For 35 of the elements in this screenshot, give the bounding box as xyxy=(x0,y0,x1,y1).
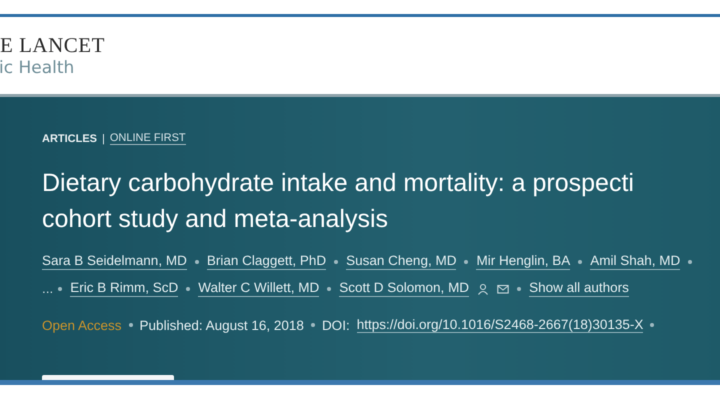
article-title: cohort study and meta-analysis xyxy=(42,204,388,235)
separator-dot xyxy=(688,260,692,264)
separator-dot xyxy=(464,260,468,264)
separator-dot xyxy=(327,286,332,290)
person-icon[interactable] xyxy=(477,282,490,294)
journal-logo-subtitle: ic Health xyxy=(0,56,76,78)
separator-dot xyxy=(128,323,133,327)
article-title: Dietary carbohydrate intake and mortality: a prospecti xyxy=(42,168,634,199)
author-link[interactable]: Susan Cheng, MD xyxy=(346,253,456,270)
author-link[interactable]: Walter C Willett, MD xyxy=(198,280,320,297)
separator-dot xyxy=(650,323,654,327)
doi-label: DOI: xyxy=(322,318,350,332)
author-link[interactable]: Sara B Seidelmann, MD xyxy=(42,253,187,270)
ellipsis: ... xyxy=(42,281,54,296)
author-link[interactable]: Mir Henglin, BA xyxy=(476,253,570,270)
separator-dot xyxy=(334,260,338,264)
separator-text: | xyxy=(102,132,105,144)
separator-dot xyxy=(58,286,62,290)
separator-dot xyxy=(517,286,522,290)
published-date: Published: August 16, 2018 xyxy=(140,318,304,332)
journal-logo-text: E LANCET xyxy=(0,32,106,56)
show-all-authors-link[interactable]: Show all authors xyxy=(529,280,629,297)
open-access-label: Open Access xyxy=(42,318,122,332)
mail-icon[interactable] xyxy=(497,282,510,294)
author-link[interactable]: Scott D Solomon, MD xyxy=(339,280,470,297)
author-link[interactable]: Brian Claggett, PhD xyxy=(206,253,326,270)
separator-dot xyxy=(186,286,190,290)
online-first-link[interactable]: ONLINE FIRST xyxy=(110,132,186,145)
author-link[interactable]: Amil Shah, MD xyxy=(590,253,680,270)
separator-dot xyxy=(578,260,582,264)
author-link[interactable]: Eric B Rimm, ScD xyxy=(70,280,178,297)
separator-dot xyxy=(310,323,315,327)
article-type: ARTICLES xyxy=(42,132,97,144)
doi-link[interactable]: https://doi.org/10.1016/S2468-2667(18)30135-X xyxy=(356,317,644,333)
separator-dot xyxy=(194,260,199,264)
